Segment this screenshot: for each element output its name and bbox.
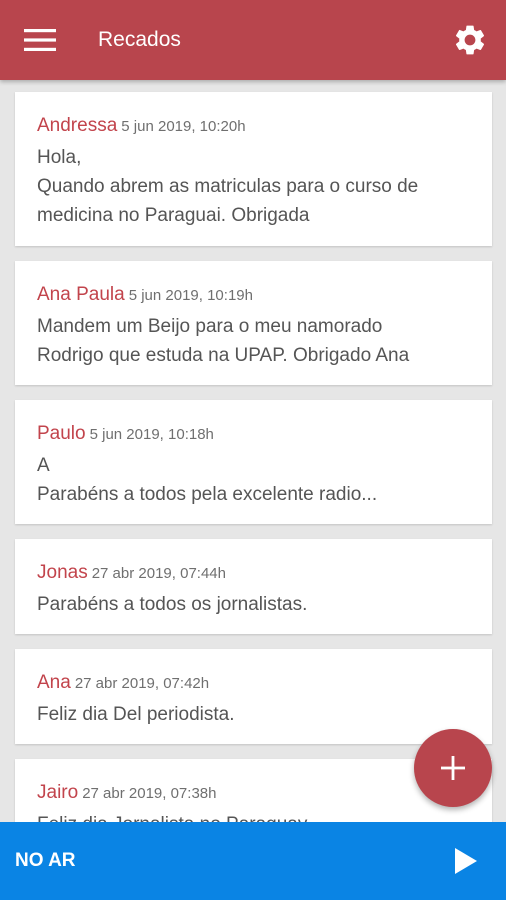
message-header: Jairo 27 abr 2019, 07:38h xyxy=(37,780,470,807)
message-author: Paulo xyxy=(37,423,86,444)
page-title: Recados xyxy=(98,28,181,51)
menu-button[interactable] xyxy=(0,0,80,80)
message-card[interactable]: Andressa 5 jun 2019, 10:20h Hola, Quando … xyxy=(15,92,492,246)
message-header: Paulo 5 jun 2019, 10:18h xyxy=(37,421,470,448)
message-date: 5 jun 2019, 10:20h xyxy=(121,118,246,135)
messages-feed[interactable]: Andressa 5 jun 2019, 10:20h Hola, Quando … xyxy=(0,80,506,822)
message-text: Hola, Quando abrem as matriculas para o … xyxy=(37,147,419,226)
message-date: 5 jun 2019, 10:18h xyxy=(89,426,214,443)
app-screen: Recados Andressa 5 jun 2019, 10:20h Hola,… xyxy=(0,0,506,900)
message-author: Jonas xyxy=(37,562,88,583)
message-card[interactable]: Paulo 5 jun 2019, 10:18h A Parabéns a tod… xyxy=(15,400,492,524)
radio-player-bar[interactable]: NO AR xyxy=(0,822,506,900)
message-text: Feliz dia Jornalista no Paraguay xyxy=(37,810,470,822)
message-text: Feliz dia Del periodista. xyxy=(37,704,235,725)
message-text: A Parabéns a todos pela excelente radio.… xyxy=(37,455,378,505)
message-author: Ana Paula xyxy=(37,284,125,305)
message-header: Andressa 5 jun 2019, 10:20h xyxy=(37,113,470,140)
message-date: 5 jun 2019, 10:19h xyxy=(128,287,253,304)
add-message-button[interactable] xyxy=(414,729,492,807)
message-text: Parabéns a todos os jornalistas. xyxy=(37,594,308,615)
message-author: Andressa xyxy=(37,115,118,136)
top-app-bar: Recados xyxy=(0,0,506,80)
message-author: Ana xyxy=(37,672,71,693)
plus-icon xyxy=(441,756,465,780)
message-date: 27 abr 2019, 07:42h xyxy=(74,675,210,692)
message-header: Ana 27 abr 2019, 07:42h xyxy=(37,670,470,697)
gear-icon xyxy=(455,25,485,55)
message-date: 27 abr 2019, 07:44h xyxy=(91,565,226,582)
play-icon xyxy=(455,848,477,874)
message-card[interactable]: Ana 27 abr 2019, 07:42h Feliz dia Del per… xyxy=(15,649,492,744)
message-date: 27 abr 2019, 07:38h xyxy=(82,785,217,802)
message-author: Jairo xyxy=(37,782,79,803)
settings-button[interactable] xyxy=(440,0,500,80)
message-header: Ana Paula 5 jun 2019, 10:19h xyxy=(37,282,470,309)
message-text: Mandem um Beijo para o meu namorado Rodr… xyxy=(37,316,410,366)
message-header: Jonas 27 abr 2019, 07:44h xyxy=(37,560,470,587)
play-button[interactable] xyxy=(436,822,496,900)
hamburger-menu-icon xyxy=(24,29,56,51)
message-card[interactable]: Ana Paula 5 jun 2019, 10:19h Mandem um Be… xyxy=(15,261,492,385)
live-status-label: NO AR xyxy=(15,850,76,871)
message-card[interactable]: Jonas 27 abr 2019, 07:44h Parabéns a todo… xyxy=(15,539,492,634)
